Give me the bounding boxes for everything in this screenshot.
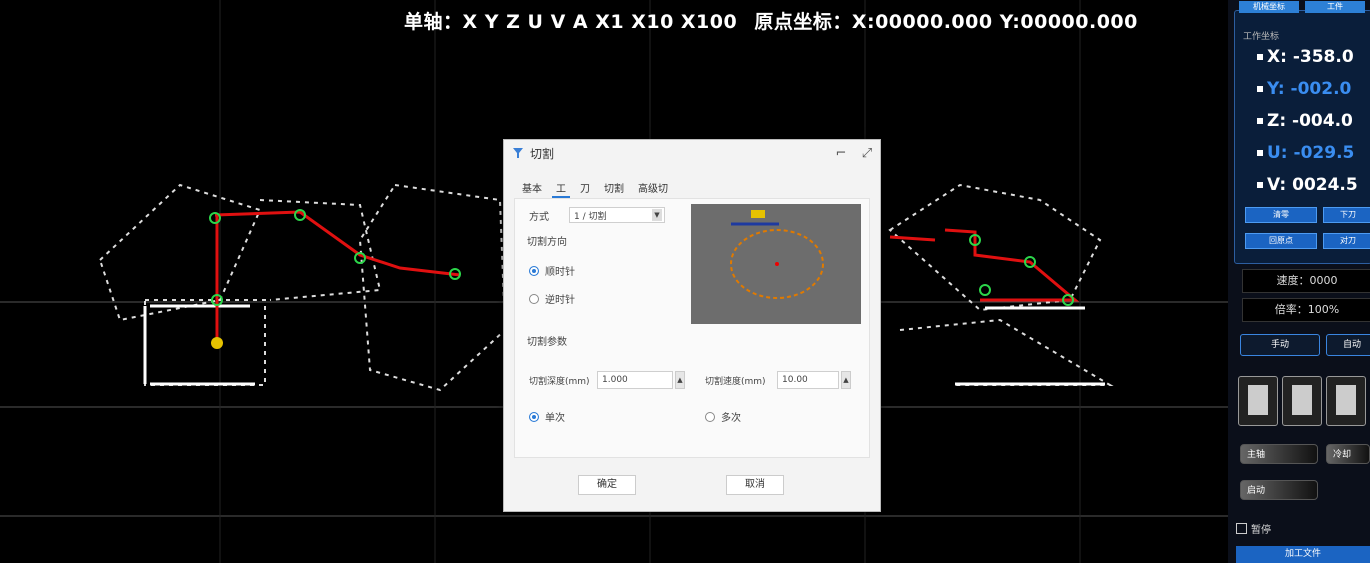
axis-y-value: Y: -002.0 [1267,79,1352,99]
axis-v[interactable]: V: 0024.5 [1257,175,1358,195]
bullet-icon [1257,118,1263,124]
home-button[interactable]: 回原点 [1245,233,1317,249]
radio-clockwise-dot[interactable] [529,265,539,276]
speed-field[interactable]: 速度：0000 [1242,269,1370,293]
tab-tool[interactable]: 刀 [576,178,594,198]
bullet-icon [1257,86,1263,92]
axis-x[interactable]: X: -358.0 [1257,47,1354,67]
tab-work[interactable]: 工 [552,178,570,198]
coolant-toggle[interactable]: 冷却 [1326,444,1370,464]
depth-spin-icon[interactable]: ▲ [675,371,685,389]
origin-coords-text: 原点坐标：X:00000.000 Y:00000.000 [754,11,1138,33]
speed-row: 切割速度(mm) 10.00 ▲ [705,371,851,389]
radio-counterclockwise[interactable]: 逆时针 [529,291,575,306]
tile-3[interactable] [1326,376,1366,426]
axis-u-value: U: -029.5 [1267,143,1355,163]
chevron-down-icon[interactable]: ▼ [652,209,662,221]
radio-clockwise-label: 顺时针 [545,267,575,278]
start-toggle[interactable]: 启动 [1240,480,1318,500]
dialog-titlebar: 切割 ⌐ ⤢ [504,140,880,166]
tab-cut[interactable]: 切割 [600,178,628,198]
machine-coords-button[interactable]: 机械坐标 [1239,1,1299,13]
radio-counterclockwise-dot[interactable] [529,293,539,304]
radio-multi-dot[interactable] [705,411,715,422]
coordinate-box: 机械坐标 工件 工作坐标 X: -358.0 Y: -002.0 Z: -004… [1234,1,1370,264]
filter-icon [513,148,523,158]
preview-circle-icon [730,210,824,299]
depth-input[interactable]: 1.000 [597,371,673,389]
mode-value: 1 / 切割 [574,211,607,222]
depth-row: 切割深度(mm) 1.000 ▲ [529,371,685,389]
axis-v-value: V: 0024.5 [1267,175,1358,195]
close-icon[interactable]: ⤢ [854,146,880,161]
coord-header: 机械坐标 工件 [1239,1,1365,13]
cut-dialog: 切割 ⌐ ⤢ 基本 工 刀 切割 高级切 方式 1 / 切割 ▼ 切割方向 顺时… [503,139,881,512]
dialog-title: 切割 [530,146,555,161]
params-group-label: 切割参数 [527,337,567,348]
cut-preview [691,204,861,324]
work-coords-button[interactable]: 工件 [1305,1,1365,13]
checkbox-icon[interactable] [1236,523,1247,534]
tab-basic[interactable]: 基本 [518,178,546,198]
axis-z-value: Z: -004.0 [1267,111,1353,131]
axis-x-value: X: -358.0 [1267,47,1354,67]
bullet-icon [1257,150,1263,156]
job-file-button[interactable]: 加工文件 [1236,546,1370,563]
bullet-icon [1257,54,1263,60]
radio-single-dot[interactable] [529,411,539,422]
pause-checkbox[interactable]: 暂停 [1236,521,1271,536]
speed-spin-icon[interactable]: ▲ [841,371,851,389]
ok-button[interactable]: 确定 [578,475,636,495]
override-field[interactable]: 倍率：100% [1242,298,1370,322]
bullet-icon [1257,182,1263,188]
coord-caption: 工作坐标 [1243,32,1280,42]
pause-label: 暂停 [1251,525,1271,536]
tool-set-button[interactable]: 对刀 [1323,233,1370,249]
radio-single[interactable]: 单次 [529,409,565,424]
axis-z[interactable]: Z: -004.0 [1257,111,1353,131]
right-control-panel: 机械坐标 工件 工作坐标 X: -358.0 Y: -002.0 Z: -004… [1228,0,1370,563]
cancel-button[interactable]: 取消 [726,475,784,495]
depth-label: 切割深度(mm) [529,376,590,387]
restore-icon[interactable]: ⌐ [828,146,854,161]
radio-multi-label: 多次 [721,413,741,424]
mode-row: 方式 1 / 切割 ▼ [529,207,665,223]
axis-u[interactable]: U: -029.5 [1257,143,1354,163]
radio-multi[interactable]: 多次 [705,409,741,424]
spindle-toggle[interactable]: 主轴 [1240,444,1318,464]
tile-3-icon [1336,385,1356,415]
tile-2[interactable] [1282,376,1322,426]
dialog-tabs: 基本 工 刀 切割 高级切 [504,166,880,198]
radio-single-label: 单次 [545,413,565,424]
manual-button[interactable]: 手动 [1240,334,1320,356]
jog-axes-text: 单轴：X Y Z U V A X1 X10 X100 [404,11,738,33]
radio-clockwise[interactable]: 顺时针 [529,263,575,278]
speed-input[interactable]: 10.00 [777,371,839,389]
tile-1-icon [1248,385,1268,415]
auto-button[interactable]: 自动 [1326,334,1370,356]
tool-down-button[interactable]: 下刀 [1323,207,1370,223]
speed-label: 切割速度(mm) [705,376,766,387]
zero-button[interactable]: 清零 [1245,207,1317,223]
tile-1[interactable] [1238,376,1278,426]
tab-advanced[interactable]: 高级切 [634,178,672,198]
direction-group-label: 切割方向 [527,237,567,248]
radio-counterclockwise-label: 逆时针 [545,295,575,306]
axis-y[interactable]: Y: -002.0 [1257,79,1351,99]
tile-2-icon [1292,385,1312,415]
status-bar: 单轴：X Y Z U V A X1 X10 X100 原点坐标：X:00000.… [404,7,1148,34]
mode-select[interactable]: 1 / 切割 ▼ [569,207,665,223]
mode-label: 方式 [529,211,549,223]
